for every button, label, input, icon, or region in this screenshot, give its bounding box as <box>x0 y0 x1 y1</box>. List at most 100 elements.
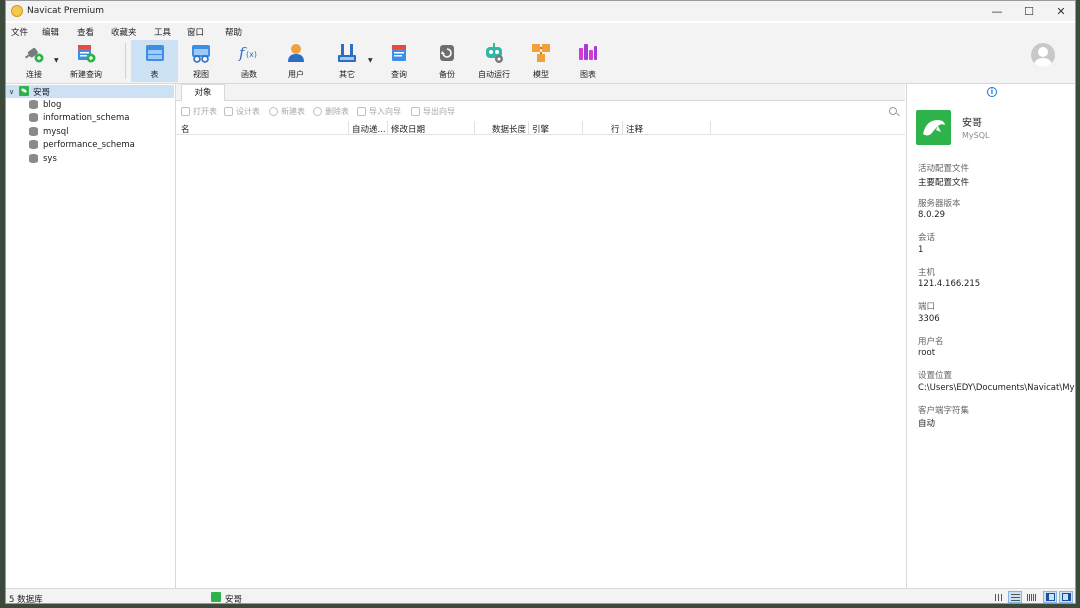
navicat-app-icon <box>11 5 23 17</box>
object-pane: 对象 打开表 设计表 新建表 删除表 导入向导 导出向导 名 自动递... 修改… <box>176 84 905 588</box>
client-charset-value: 自动 <box>918 419 936 429</box>
new-query-button[interactable]: 新建查询 <box>66 40 106 82</box>
list-view-button[interactable] <box>992 591 1006 603</box>
folder-icon <box>181 107 190 116</box>
column-auto-increment[interactable]: 自动递... <box>352 123 386 135</box>
main-toolbar: 连接 ▼ 新建查询 表 视图 f (x) 函数 用户 其它 ▼ 查询 备份 自动… <box>6 37 1075 84</box>
design-table-button[interactable]: 设计表 <box>224 106 260 117</box>
automation-button[interactable]: 自动运行 <box>474 40 514 82</box>
detail-view-icon <box>1010 593 1020 601</box>
other-dropdown-icon[interactable]: ▼ <box>368 57 373 64</box>
database-icon <box>29 100 38 109</box>
delete-table-button[interactable]: 删除表 <box>313 106 349 117</box>
minimize-button[interactable]: — <box>981 1 1013 21</box>
export-wizard-button[interactable]: 导出向导 <box>411 106 455 117</box>
tools-icon <box>336 42 358 64</box>
open-table-label: 打开表 <box>193 107 217 116</box>
chart-button[interactable]: 图表 <box>571 40 605 82</box>
database-icon <box>29 140 38 149</box>
mysql-connection-icon <box>211 592 221 602</box>
database-node[interactable]: sys <box>6 152 174 165</box>
column-comment[interactable]: 注释 <box>626 123 643 135</box>
database-count: 5 数据库 <box>9 595 43 604</box>
view-button[interactable]: 视图 <box>184 40 218 82</box>
object-toolbar: 打开表 设计表 新建表 删除表 导入向导 导出向导 <box>176 102 905 120</box>
sessions-label: 会话 <box>918 233 936 243</box>
backup-button[interactable]: 备份 <box>430 40 464 82</box>
pencil-icon <box>224 107 233 116</box>
connect-button[interactable]: 连接 <box>18 40 50 82</box>
expand-chevron-icon[interactable]: ∨ <box>9 88 14 96</box>
database-icon <box>29 127 38 136</box>
minus-icon <box>313 107 322 116</box>
column-engine[interactable]: 引擎 <box>532 123 549 135</box>
database-name: mysql <box>43 126 69 137</box>
import-wizard-button[interactable]: 导入向导 <box>357 106 401 117</box>
server-version-label: 服务器版本 <box>918 199 961 209</box>
automation-label: 自动运行 <box>478 70 510 79</box>
query-label: 查询 <box>391 70 407 79</box>
table-label: 表 <box>150 70 159 79</box>
info-icon[interactable]: i <box>987 87 997 97</box>
import-wizard-label: 导入向导 <box>369 107 401 116</box>
detail-view-button[interactable] <box>1008 591 1022 603</box>
column-rows[interactable]: 行 <box>611 123 620 135</box>
user-avatar[interactable] <box>1031 43 1055 67</box>
connect-dropdown-icon[interactable]: ▼ <box>54 57 59 64</box>
function-button[interactable]: f (x) 函数 <box>232 40 266 82</box>
design-table-label: 设计表 <box>236 107 260 116</box>
database-name: sys <box>43 153 57 164</box>
table-button[interactable]: 表 <box>131 40 178 82</box>
tab-objects[interactable]: 对象 <box>181 84 225 101</box>
connection-node[interactable]: ∨ 安哥 <box>6 85 174 98</box>
host-value: 121.4.166.215 <box>918 279 981 289</box>
database-node[interactable]: information_schema <box>6 111 174 124</box>
toolbar-separator <box>125 43 126 79</box>
username-label: 用户名 <box>918 337 944 347</box>
database-node[interactable]: mysql <box>6 125 174 138</box>
sessions-value: 1 <box>918 245 924 255</box>
new-table-button[interactable]: 新建表 <box>269 106 305 117</box>
plug-icon <box>23 42 45 64</box>
open-table-button[interactable]: 打开表 <box>181 106 217 117</box>
other-label: 其它 <box>339 70 355 79</box>
column-modified-date[interactable]: 修改日期 <box>391 123 425 135</box>
host-label: 主机 <box>918 268 936 278</box>
close-button[interactable]: ✕ <box>1045 1 1075 21</box>
column-name[interactable]: 名 <box>181 123 190 135</box>
username-value: root <box>918 348 936 358</box>
left-panel-icon <box>1045 593 1055 601</box>
database-icon <box>29 154 38 163</box>
connection-type: MySQL <box>962 131 990 140</box>
toggle-left-pane-button[interactable] <box>1043 591 1057 603</box>
right-panel-icon <box>1061 593 1071 601</box>
toggle-right-pane-button[interactable] <box>1059 591 1073 603</box>
active-profile-value: 主要配置文件 <box>918 178 970 188</box>
database-node[interactable]: blog <box>6 98 174 111</box>
database-name: information_schema <box>43 112 130 123</box>
new-table-label: 新建表 <box>281 107 305 116</box>
port-value: 3306 <box>918 314 940 324</box>
database-node[interactable]: performance_schema <box>6 138 174 151</box>
active-profile-label: 活动配置文件 <box>918 164 970 174</box>
mysql-dolphin-icon <box>916 110 951 145</box>
search-icon[interactable] <box>889 107 897 115</box>
query-icon <box>388 42 410 64</box>
tab-bar: 对象 <box>176 84 905 101</box>
window-title: Navicat Premium <box>27 6 104 16</box>
status-connection-name: 安哥 <box>225 595 243 604</box>
user-icon <box>285 42 307 64</box>
other-button[interactable]: 其它 <box>330 40 364 82</box>
maximize-button[interactable]: ☐ <box>1013 1 1045 21</box>
function-icon: f (x) <box>238 42 260 64</box>
query-button[interactable]: 查询 <box>382 40 416 82</box>
delete-table-label: 删除表 <box>325 107 349 116</box>
model-button[interactable]: 模型 <box>524 40 558 82</box>
column-data-length[interactable]: 数据长度 <box>492 123 526 135</box>
user-button[interactable]: 用户 <box>279 40 313 82</box>
mysql-connection-icon <box>19 86 29 96</box>
database-icon <box>29 113 38 122</box>
chart-icon <box>577 42 599 64</box>
client-charset-label: 客户端字符集 <box>918 406 970 416</box>
grid-view-button[interactable] <box>1024 591 1038 603</box>
